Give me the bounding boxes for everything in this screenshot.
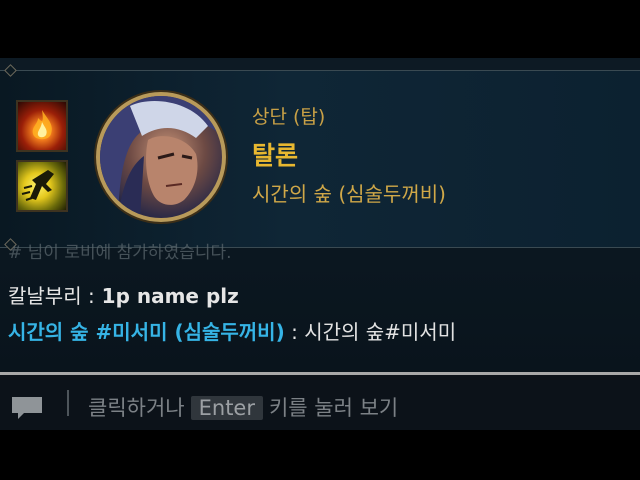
chat-sender[interactable]: 칼날부리 : <box>8 284 95 308</box>
enter-key-label: Enter <box>190 396 263 420</box>
input-separator <box>67 390 69 416</box>
chat-sender[interactable]: 시간의 숲 #미서미 (심술두꺼비) <box>8 320 285 344</box>
chat-text: 1p name plz <box>94 284 239 308</box>
hint-text: 클릭하거나 <box>88 396 185 420</box>
chat-bubble-icon[interactable] <box>10 395 44 421</box>
system-message: # 님이 로비에 참가하였습니다. <box>8 243 232 263</box>
champion-name: 탈론 <box>252 141 299 170</box>
chat-message: 칼날부리 : 1p name plz <box>8 280 239 309</box>
ignite-spell-icon <box>16 100 68 152</box>
player-role: 상단 (탑) <box>252 106 326 128</box>
chat-text: : 시간의 숲#미서미 <box>284 320 457 344</box>
ghost-spell-icon <box>16 160 68 212</box>
champion-portrait <box>96 92 226 222</box>
hint-text: 키를 눌러 보기 <box>268 396 399 420</box>
chat-input-hint: 클릭하거나 Enter 키를 눌러 보기 <box>88 392 398 422</box>
chat-message: 시간의 숲 #미서미 (심술두꺼비) : 시간의 숲#미서미 <box>8 316 456 345</box>
summoner-name: 시간의 숲 (심술두꺼비) <box>252 182 446 206</box>
